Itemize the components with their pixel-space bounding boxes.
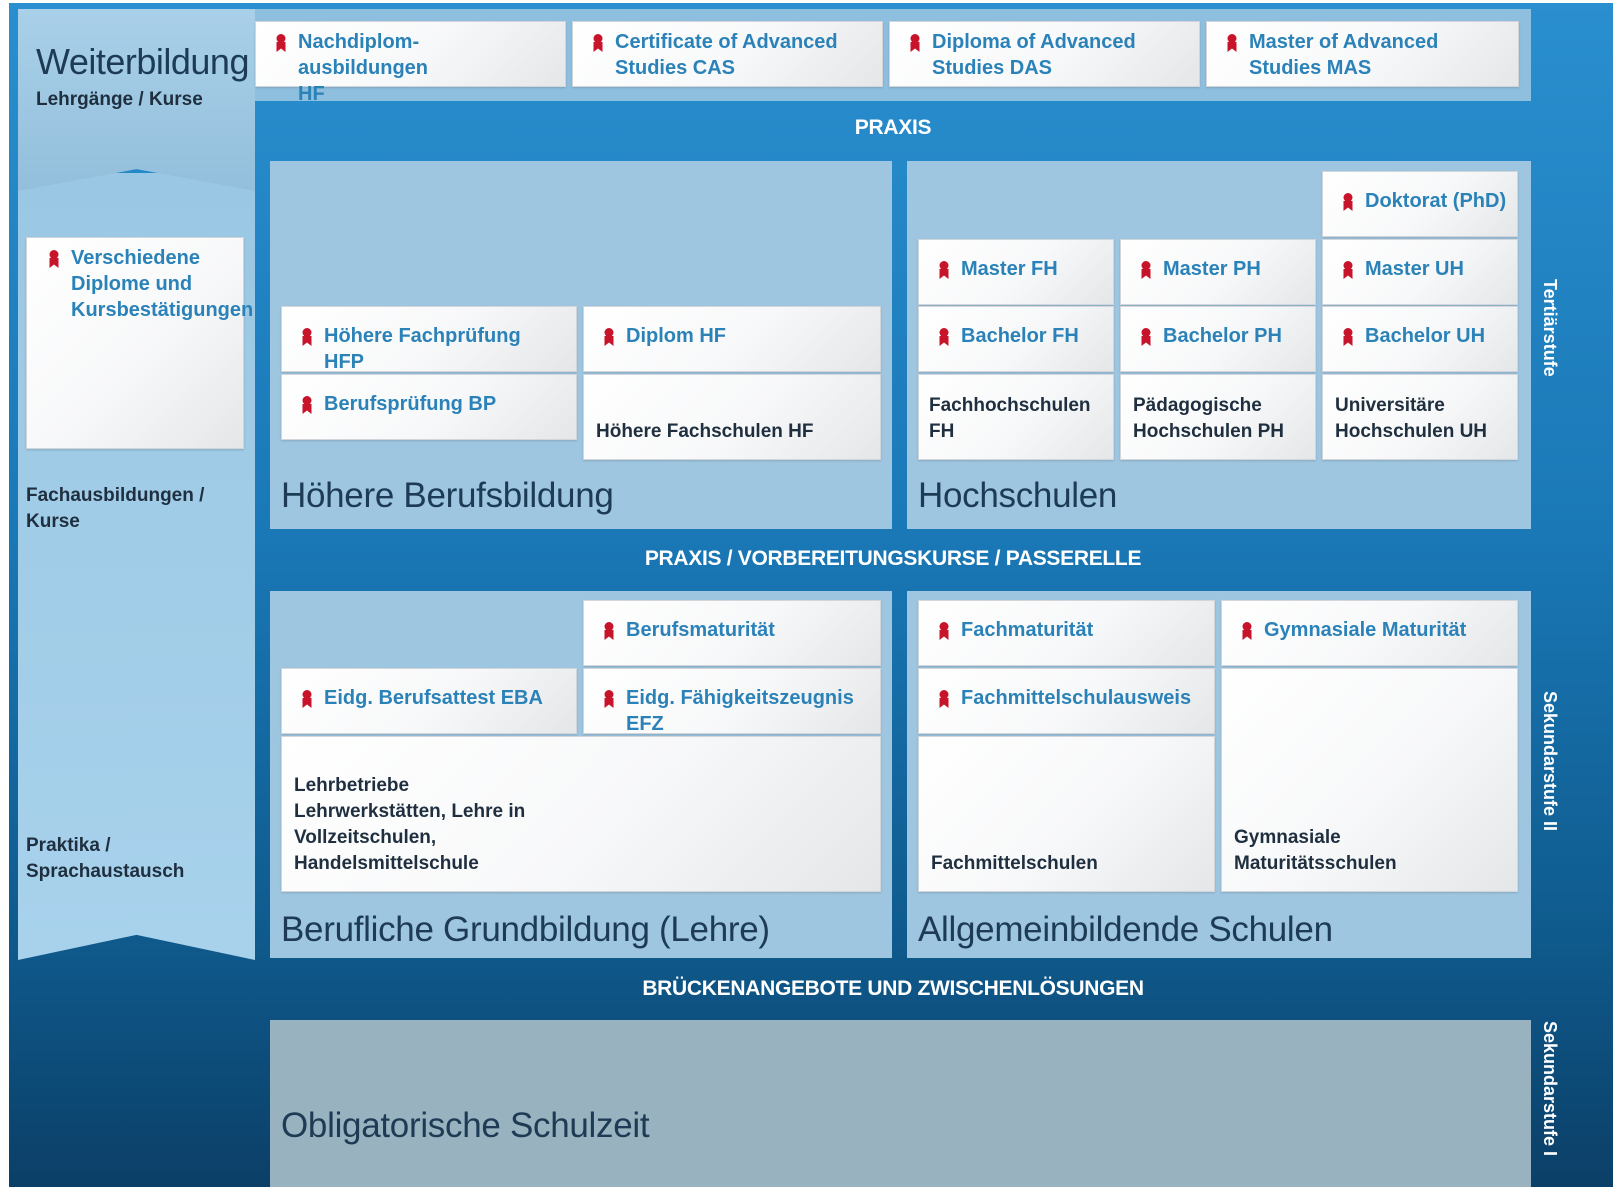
award-icon — [300, 327, 314, 347]
level-sekundarstufe-1: Sekundarstufe I — [1540, 1021, 1560, 1157]
award-icon — [908, 33, 922, 53]
card-diplom-hf: Diplom HF — [583, 306, 881, 372]
level-tertiaerstufe: Tertiärstufe — [1540, 279, 1560, 377]
award-icon — [300, 689, 314, 709]
card-berufsmaturitaet: Berufsmaturität — [583, 600, 881, 666]
card-master-ph: Master PH — [1120, 239, 1316, 305]
award-icon — [937, 689, 951, 709]
praktika-label: Praktika / Sprachaustausch — [26, 835, 185, 882]
award-icon — [47, 249, 61, 269]
level-sekundarstufe-2: Sekundarstufe II — [1540, 691, 1560, 832]
award-icon — [937, 327, 951, 347]
institution-label: Fachmittelschulen — [931, 853, 1098, 874]
award-icon — [591, 33, 605, 53]
title-hochschulen: Hochschulen — [918, 476, 1118, 515]
weiterbildung-subtitle: Lehrgänge / Kurse — [36, 89, 203, 110]
card-hoehere-fachpruefung: Höhere Fachprüfung HFP — [281, 306, 577, 373]
cert-label: Eidg. Fähigkeitszeugnis EFZ — [626, 687, 854, 735]
award-icon — [274, 33, 288, 53]
award-icon — [937, 260, 951, 280]
cert-label: Gymnasiale Maturität — [1264, 619, 1467, 641]
title-hoehere-berufsbildung: Höhere Berufsbildung — [281, 476, 614, 515]
card-paedagogische-hochschulen: Pädagogische Hochschulen PH — [1120, 374, 1316, 460]
band-praxis: PRAXIS — [854, 116, 932, 139]
institution-label: Fachhochschulen FH — [929, 395, 1091, 442]
award-icon — [602, 621, 616, 641]
card-lehrbetriebe: Lehrbetriebe Lehrwerkstätten, Lehre in V… — [281, 736, 881, 892]
card-fachmittelschulausweis: Fachmittelschulausweis — [918, 668, 1215, 734]
card-berufspruefung: Berufsprüfung BP — [281, 374, 577, 440]
institution-label: Höhere Fachschulen HF — [596, 421, 814, 442]
cert-label: Master PH — [1163, 258, 1261, 280]
award-icon — [1139, 260, 1153, 280]
institution-label: Pädagogische Hochschulen PH — [1133, 395, 1284, 442]
institution-label: Universitäre Hochschulen UH — [1335, 395, 1488, 442]
cert-label: Master of Advanced Studies MAS — [1249, 31, 1439, 79]
card-eba: Eidg. Berufsattest EBA — [281, 668, 577, 734]
card-nachdiplom-hf: Nachdiplom-ausbildungen HF — [255, 21, 566, 105]
institution-label: Gymnasiale Maturitätsschulen — [1234, 827, 1397, 874]
card-efz: Eidg. Fähigkeitszeugnis EFZ — [583, 668, 881, 735]
award-icon — [300, 395, 314, 415]
title-obligatorische-schulzeit: Obligatorische Schulzeit — [281, 1106, 650, 1145]
cert-label: Doktorat (PhD) — [1365, 190, 1507, 212]
cert-label: Bachelor FH — [961, 325, 1079, 347]
weiterbildung-title: Weiterbildung — [36, 41, 249, 82]
card-doktorat: Doktorat (PhD) — [1322, 171, 1518, 237]
cert-label: Höhere Fachprüfung HFP — [324, 325, 521, 373]
card-bachelor-ph: Bachelor PH — [1120, 306, 1316, 372]
card-mas: Master of Advanced Studies MAS — [1206, 21, 1519, 87]
card-fachhochschulen: Fachhochschulen FH — [918, 374, 1114, 460]
cert-label: Nachdiplom-ausbildungen HF — [298, 31, 428, 105]
award-icon — [602, 689, 616, 709]
cert-label: Certificate of Advanced Studies CAS — [615, 31, 838, 79]
card-master-uh: Master UH — [1322, 239, 1518, 305]
card-bachelor-uh: Bachelor UH — [1322, 306, 1518, 372]
card-das: Diploma of Advanced Studies DAS — [889, 21, 1200, 87]
card-hoehere-fachschulen: Höhere Fachschulen HF — [583, 374, 881, 460]
cert-label: Berufsmaturität — [626, 619, 775, 641]
band-praxis-vorbereitung: PRAXIS / VORBEREITUNGSKURSE / PASSERELLE — [644, 547, 1142, 570]
award-icon — [602, 327, 616, 347]
cert-label: Eidg. Berufsattest EBA — [324, 687, 543, 709]
award-icon — [937, 621, 951, 641]
fachausbildungen-label: Fachausbildungen / Kurse — [26, 485, 205, 532]
card-fachmittelschulen: Fachmittelschulen — [918, 736, 1215, 892]
education-system-diagram: Weiterbildung Lehrgänge / Kurse Verschie… — [9, 3, 1613, 1187]
cert-label: Verschiedene Diplome und Kursbestätigung… — [71, 247, 254, 321]
cert-label: Fachmaturität — [961, 619, 1094, 641]
institution-label: Lehrbetriebe Lehrwerkstätten, Lehre in V… — [294, 775, 526, 874]
award-icon — [1341, 327, 1355, 347]
cert-label: Diplom HF — [626, 325, 726, 347]
card-bachelor-fh: Bachelor FH — [918, 306, 1114, 372]
card-cas: Certificate of Advanced Studies CAS — [572, 21, 883, 87]
cert-label: Fachmittelschulausweis — [961, 687, 1192, 709]
cert-label: Bachelor PH — [1163, 325, 1282, 347]
award-icon — [1341, 260, 1355, 280]
band-brueckenangebote: BRÜCKENANGEBOTE UND ZWISCHENLÖSUNGEN — [642, 977, 1144, 1000]
award-icon — [1139, 327, 1153, 347]
card-gymnasiale-maturitaet: Gymnasiale Maturität — [1221, 600, 1518, 666]
cert-label: Berufsprüfung BP — [324, 393, 497, 415]
cert-label: Diploma of Advanced Studies DAS — [932, 31, 1136, 79]
card-verschiedene-diplome: Verschiedene Diplome und Kursbestätigung… — [26, 237, 254, 449]
title-berufliche-grundbildung: Berufliche Grundbildung (Lehre) — [281, 910, 770, 949]
panel-obligatorische-schulzeit — [270, 1020, 1531, 1187]
cert-label: Master FH — [961, 258, 1058, 280]
award-icon — [1240, 621, 1254, 641]
cert-label: Master UH — [1365, 258, 1464, 280]
award-icon — [1225, 33, 1239, 53]
card-fachmaturitaet: Fachmaturität — [918, 600, 1215, 666]
card-gymnasiale-maturitaetsschulen: Gymnasiale Maturitätsschulen — [1221, 668, 1518, 892]
card-universitaere-hochschulen: Universitäre Hochschulen UH — [1322, 374, 1518, 460]
card-master-fh: Master FH — [918, 239, 1114, 305]
cert-label: Bachelor UH — [1365, 325, 1486, 347]
title-allgemeinbildende-schulen: Allgemeinbildende Schulen — [918, 910, 1333, 949]
award-icon — [1341, 192, 1355, 212]
